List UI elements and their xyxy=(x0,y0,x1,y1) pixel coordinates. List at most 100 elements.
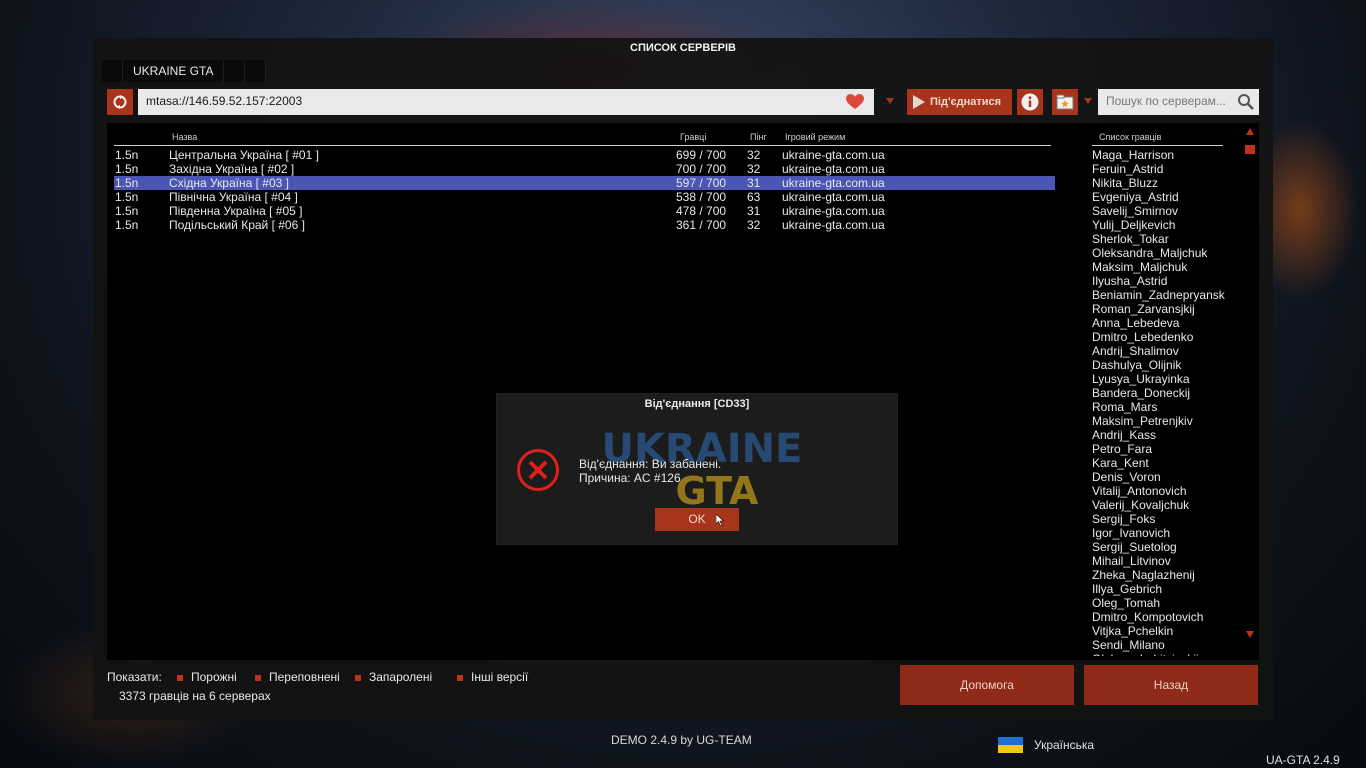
server-gamemode: ukraine-gta.com.ua xyxy=(782,162,885,176)
tab-blank-right-1[interactable] xyxy=(224,60,246,82)
player-name: Dmitro_Lebedenko xyxy=(1092,330,1194,344)
info-icon xyxy=(1021,93,1039,111)
player-name: Oleksandra_Maljchuk xyxy=(1092,246,1208,260)
server-ping: 32 xyxy=(747,162,761,176)
players-list-header: Список гравців xyxy=(1099,132,1162,142)
column-gamemode-header[interactable]: Ігровий режим xyxy=(785,132,845,142)
player-name: Petro_Fara xyxy=(1092,442,1153,456)
filter-other-versions-checkbox[interactable] xyxy=(457,675,463,681)
scroll-up-arrow-icon[interactable] xyxy=(1246,128,1254,135)
back-button[interactable]: Назад xyxy=(1084,665,1258,705)
server-info-button[interactable] xyxy=(1017,89,1043,115)
filter-locked-label[interactable]: Запаролені xyxy=(369,670,432,684)
column-players-header[interactable]: Гравці xyxy=(680,132,706,142)
scroll-down-arrow-icon[interactable] xyxy=(1246,631,1254,638)
server-gamemode: ukraine-gta.com.ua xyxy=(782,190,885,204)
player-name: Bandera_Doneckij xyxy=(1092,386,1191,400)
server-gamemode: ukraine-gta.com.ua xyxy=(782,176,885,190)
server-players: 538 / 700 xyxy=(676,190,727,204)
server-players: 700 / 700 xyxy=(676,162,727,176)
player-name: Nikita_Bluzz xyxy=(1092,176,1159,190)
favorites-button[interactable] xyxy=(1052,89,1078,115)
server-rows: 1.5n Центральна Україна [ #01 ] 699 / 70… xyxy=(114,148,1055,232)
client-version-label: UA-GTA 2.4.9 xyxy=(1266,753,1340,767)
language-selector[interactable]: Українська xyxy=(1034,738,1094,752)
server-players: 478 / 700 xyxy=(676,204,727,218)
favorite-heart-icon[interactable] xyxy=(846,94,864,110)
favorites-chevron-down-icon[interactable] xyxy=(1084,98,1092,104)
player-name: Oleg_Tomah xyxy=(1092,596,1161,610)
player-name: Illya_Gebrich xyxy=(1092,582,1163,596)
server-browser-window: СПИСОК СЕРВЕРІВ UKRAINE GTA mtasa://146.… xyxy=(93,38,1273,720)
search-input[interactable]: Пошук по серверам... xyxy=(1106,94,1236,108)
filter-locked-checkbox[interactable] xyxy=(355,675,361,681)
player-name: Andrij_Shalimov xyxy=(1092,344,1179,358)
server-ping: 31 xyxy=(747,176,761,190)
player-name: Feruin_Astrid xyxy=(1092,162,1164,176)
player-name: Oleksandr_Litvinskij xyxy=(1092,652,1226,656)
server-row[interactable]: 1.5n Західна Україна [ #02 ] 700 / 700 3… xyxy=(114,162,1055,176)
players-scrollbar[interactable] xyxy=(1244,128,1256,638)
player-name: Vitjka_Pchelkin xyxy=(1092,624,1174,638)
server-players: 699 / 700 xyxy=(676,148,727,162)
filter-full-label[interactable]: Переповнені xyxy=(269,670,340,684)
header-divider xyxy=(114,145,1051,146)
player-name: Ilyusha_Astrid xyxy=(1092,274,1168,288)
ok-button[interactable]: OK xyxy=(655,508,739,531)
player-name: Anna_Lebedeva xyxy=(1092,316,1180,330)
address-input[interactable]: mtasa://146.59.52.157:22003 xyxy=(146,94,302,108)
ukraine-flag-icon[interactable] xyxy=(998,737,1023,753)
server-name: Подільський Край [ #06 ] xyxy=(169,218,305,232)
server-gamemode: ukraine-gta.com.ua xyxy=(782,204,885,218)
server-row[interactable]: 1.5n Центральна Україна [ #01 ] 699 / 70… xyxy=(114,148,1055,162)
address-field[interactable]: mtasa://146.59.52.157:22003 xyxy=(138,89,874,115)
tab-blank-left[interactable] xyxy=(102,60,123,82)
connect-button[interactable]: Під'єднатися xyxy=(907,89,1012,115)
server-name: Північна Україна [ #04 ] xyxy=(169,190,298,204)
player-name: Lyusya_Ukrayinka xyxy=(1092,372,1190,386)
server-ping: 32 xyxy=(747,218,761,232)
column-name-header[interactable]: Назва xyxy=(172,132,197,142)
column-ping-header[interactable]: Пінг xyxy=(750,132,767,142)
filter-empty-label[interactable]: Порожні xyxy=(191,670,237,684)
filter-full-checkbox[interactable] xyxy=(255,675,261,681)
player-name: Dmitro_Kompotovich xyxy=(1092,610,1204,624)
server-gamemode: ukraine-gta.com.ua xyxy=(782,148,885,162)
server-row[interactable]: 1.5n Північна Україна [ #04 ] 538 / 700 … xyxy=(114,190,1055,204)
filter-other-versions-label[interactable]: Інші версії xyxy=(471,670,528,684)
server-version: 1.5n xyxy=(115,176,139,190)
server-ping: 63 xyxy=(747,190,761,204)
player-name: Sendi_Milano xyxy=(1092,638,1165,652)
player-name: Maksim_Maljchuk xyxy=(1092,260,1188,274)
player-name: Mihail_Litvinov xyxy=(1092,554,1171,568)
players-list[interactable]: Maga_Harrison Feruin_Astrid Nikita_Bluzz Ev… xyxy=(1092,148,1226,656)
server-players: 361 / 700 xyxy=(676,218,727,232)
connect-button-label: Під'єднатися xyxy=(930,96,1002,108)
server-row-selected[interactable]: 1.5n Східна Україна [ #03 ] 597 / 700 31… xyxy=(114,176,1055,190)
search-field[interactable]: Пошук по серверам... xyxy=(1098,89,1259,115)
player-name: Dashulya_Olijnik xyxy=(1092,358,1182,372)
player-name: Kara_Kent xyxy=(1092,456,1149,470)
address-history-chevron-down-icon[interactable] xyxy=(886,98,894,104)
refresh-icon xyxy=(113,95,127,109)
help-button[interactable]: Допомога xyxy=(900,665,1074,705)
tab-bar: UKRAINE GTA xyxy=(102,60,267,82)
player-name: Vitalij_Antonovich xyxy=(1092,484,1187,498)
tab-ukraine-gta[interactable]: UKRAINE GTA xyxy=(123,60,225,82)
player-name: Maga_Harrison xyxy=(1092,148,1175,162)
tab-blank-right-2[interactable] xyxy=(245,60,267,82)
scroll-thumb[interactable] xyxy=(1245,145,1255,154)
search-icon[interactable] xyxy=(1237,93,1255,111)
error-icon xyxy=(517,449,559,491)
dialog-message-line-1: Від'єднання: Ви забанені. xyxy=(579,457,722,471)
server-row[interactable]: 1.5n Південна Україна [ #05 ] 478 / 700 … xyxy=(114,204,1055,218)
filter-empty-checkbox[interactable] xyxy=(177,675,183,681)
dialog-title: Від'єднання [CD33] xyxy=(644,398,750,410)
play-icon xyxy=(913,95,925,109)
server-name: Південна Україна [ #05 ] xyxy=(169,204,303,218)
server-version: 1.5n xyxy=(115,204,139,218)
player-name: Yulij_Deljkevich xyxy=(1092,218,1176,232)
server-row[interactable]: 1.5n Подільський Край [ #06 ] 361 / 700 … xyxy=(114,218,1055,232)
refresh-button[interactable] xyxy=(107,89,133,115)
demo-version-label: DEMO 2.4.9 by UG-TEAM xyxy=(611,733,752,747)
